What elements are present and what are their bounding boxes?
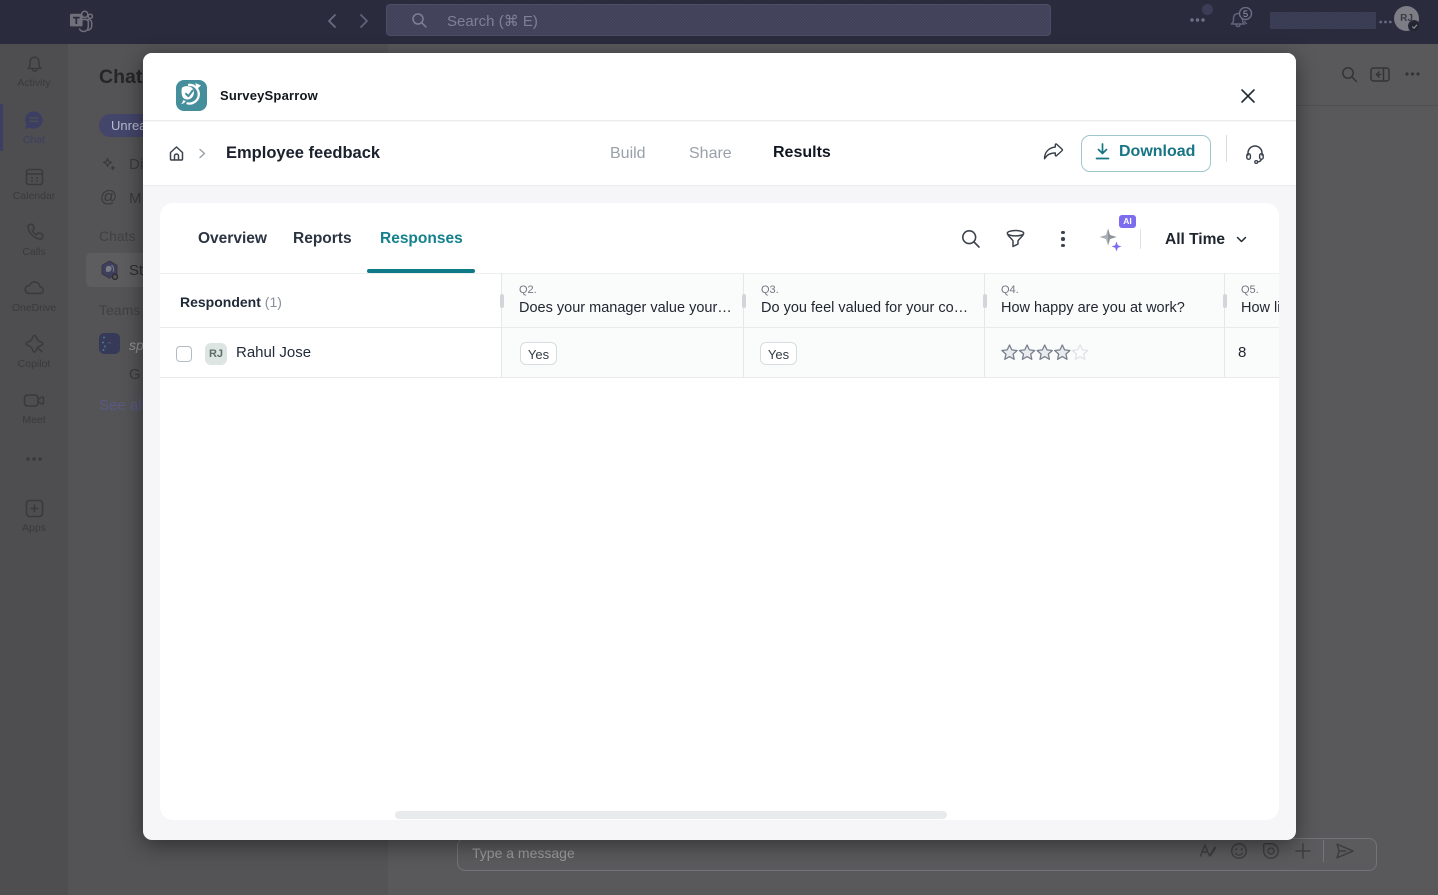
svg-text:5: 5 — [1243, 9, 1248, 20]
